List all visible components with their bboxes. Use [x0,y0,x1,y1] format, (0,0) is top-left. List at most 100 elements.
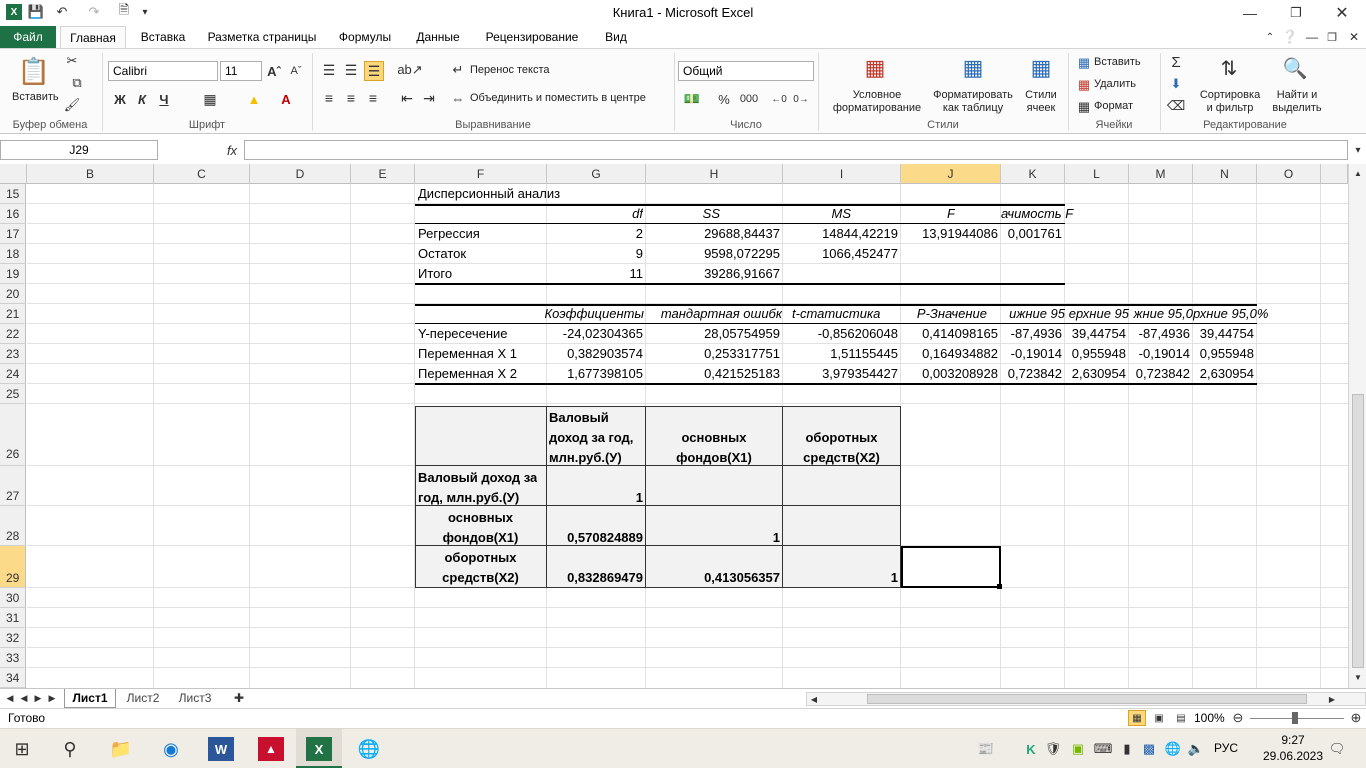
row-header[interactable]: 16 [0,204,26,224]
col-header-f[interactable]: F [415,164,547,184]
start-icon[interactable]: ⊞ [10,737,34,761]
close-icon[interactable]: ✕ [1330,3,1354,23]
format-painter-icon[interactable]: 🖌 [64,97,81,113]
underline-button[interactable]: Ч [156,89,172,109]
next-sheet-icon[interactable]: ▶ [32,691,44,705]
network-icon[interactable]: 🌐 [1164,739,1182,759]
col-header-o[interactable]: O [1257,164,1321,184]
col-header-g[interactable]: G [547,164,646,184]
delete-cells-button[interactable]: Удалить [1094,78,1136,90]
file-explorer-icon[interactable]: 📁 [108,737,134,761]
row-header[interactable]: 19 [0,264,26,284]
align-top-icon[interactable]: ☰ [320,61,338,79]
shrink-font-icon[interactable]: Aˇ [288,61,304,81]
help-icon[interactable]: ❔ [1282,28,1298,46]
tab-home[interactable]: Главная [60,26,126,48]
zoom-level[interactable]: 100% [1194,711,1225,725]
globe-app-icon[interactable]: 🌐 [356,737,382,761]
autosum-icon[interactable]: Σ [1168,53,1184,71]
edge-browser-icon[interactable]: ◉ [158,737,184,761]
tab-data[interactable]: Данные [406,26,470,48]
horizontal-scrollbar[interactable]: ◀ ▶ [806,692,1366,706]
align-middle-icon[interactable]: ☰ [342,61,360,79]
row-header[interactable]: 26 [0,404,26,466]
row-header[interactable]: 34 [0,668,26,688]
cell-styles-button[interactable]: Стили ячеек [1018,89,1064,115]
tray-k-icon[interactable]: K [1022,739,1040,759]
insert-function-button[interactable]: fx [222,140,242,160]
col-header-k[interactable]: K [1001,164,1065,184]
col-header-d[interactable]: D [250,164,351,184]
decrease-indent-icon[interactable]: ⇤ [398,89,416,107]
zoom-in-icon[interactable]: ⊕ [1348,710,1364,726]
clear-icon[interactable]: ⌫ [1167,97,1185,115]
volume-icon[interactable]: 🔈 [1186,739,1206,759]
notifications-icon[interactable]: 🗨 [1326,739,1348,759]
scroll-up-icon[interactable]: ▲ [1351,166,1365,180]
decrease-decimal-icon[interactable]: 0→ [792,89,810,109]
col-header-n[interactable]: N [1193,164,1257,184]
search-icon[interactable]: ⚲ [58,737,82,761]
align-right-icon[interactable]: ≡ [364,89,382,107]
row-header[interactable]: 24 [0,364,26,384]
input-language[interactable]: РУС [1214,741,1238,755]
sheet-tab-3[interactable]: Лист3 [170,689,220,708]
active-cell-j29[interactable] [901,546,1001,588]
row-header[interactable]: 32 [0,628,26,648]
zoom-out-icon[interactable]: ⊖ [1230,710,1246,726]
clock-date[interactable]: 29.06.2023 [1258,749,1328,763]
pdf-reader-icon[interactable]: ▲ [258,737,284,761]
fill-color-icon[interactable]: ▲ [244,89,264,109]
tray-shield-icon[interactable]: 🛡 [1044,739,1062,759]
increase-indent-icon[interactable]: ⇥ [420,89,438,107]
number-format-select[interactable]: Общий [678,61,814,81]
increase-decimal-icon[interactable]: ←0 [770,89,788,109]
row-header[interactable]: 30 [0,588,26,608]
new-sheet-icon[interactable]: ✚ [228,690,250,706]
col-header-b[interactable]: B [27,164,154,184]
row-header[interactable]: 28 [0,506,26,546]
find-select-button[interactable]: Найти и выделить [1266,89,1328,115]
last-sheet-icon[interactable]: ▶ [46,691,58,705]
font-name-select[interactable]: Calibri [108,61,218,81]
row-header[interactable]: 31 [0,608,26,628]
formula-input[interactable] [244,140,1348,160]
insert-cells-button[interactable]: Вставить [1094,56,1141,68]
sort-filter-icon[interactable]: ⇅ [1212,53,1246,83]
col-header-h[interactable]: H [646,164,783,184]
worksheet-grid[interactable]: B C D E F G H I J K L M N O 15 16 17 18 … [0,164,1348,688]
wrap-text-button[interactable]: Перенос текста [470,64,550,76]
tab-insert[interactable]: Вставка [132,26,194,48]
percent-button[interactable]: % [716,89,732,109]
ribbon-minimize-icon[interactable]: ⌃ [1262,28,1278,46]
cut-icon[interactable]: ✂ [64,53,80,69]
zoom-slider-thumb[interactable] [1292,712,1298,724]
doc-restore-icon[interactable]: ❐ [1324,28,1340,46]
orientation-icon[interactable]: ab↗ [397,61,422,79]
currency-icon[interactable]: 💵 [682,89,702,109]
prev-sheet-icon[interactable]: ◀ [18,691,30,705]
doc-close-icon[interactable]: ✕ [1346,28,1362,46]
tab-formulas[interactable]: Формулы [330,26,400,48]
row-header[interactable]: 18 [0,244,26,264]
select-all-corner[interactable] [0,164,27,184]
col-header-l[interactable]: L [1065,164,1129,184]
tab-view[interactable]: Вид [594,26,638,48]
horizontal-scroll-thumb[interactable] [867,694,1307,704]
row-header[interactable]: 29 [0,546,26,588]
row-header[interactable]: 21 [0,304,26,324]
merge-center-button[interactable]: Объединить и поместить в центре [470,92,646,104]
bold-button[interactable]: Ж [112,89,128,109]
align-bottom-icon[interactable]: ☰ [364,61,384,81]
scroll-left-icon[interactable]: ◀ [807,693,821,705]
col-header-m[interactable]: M [1129,164,1193,184]
normal-view-icon[interactable]: ▦ [1128,710,1146,726]
name-box[interactable]: J29 [0,140,158,160]
scroll-right-icon[interactable]: ▶ [1325,693,1339,705]
sheet-tab-1[interactable]: Лист1 [64,689,116,708]
row-header[interactable]: 15 [0,184,26,204]
fill-handle[interactable] [997,584,1002,589]
copy-icon[interactable]: ⧉ [64,75,90,91]
col-header-j[interactable]: J [901,164,1001,184]
tray-device-icon[interactable]: ⌨ [1094,739,1113,759]
